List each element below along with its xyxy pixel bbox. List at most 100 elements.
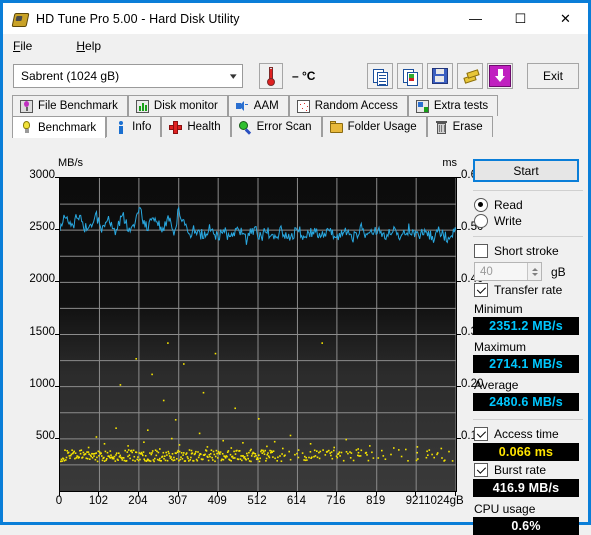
checkbox-burst-rate-indicator: [474, 463, 488, 477]
drive-select-value: Sabrent (1024 gB): [21, 69, 120, 83]
tab-file-benchmark[interactable]: File Benchmark: [12, 95, 128, 116]
chart-y-axis-label: MB/s: [58, 157, 84, 169]
bar-chart-icon: [135, 99, 149, 113]
toolbar-buttons: Exit: [363, 63, 579, 89]
x-tick-4: 409: [207, 495, 227, 507]
tab-health[interactable]: Health: [161, 116, 231, 137]
average-value: 2480.6 MB/s: [473, 393, 579, 411]
x-tick-1: 102: [88, 495, 109, 507]
tab-benchmark-label: Benchmark: [38, 121, 97, 134]
tab-aam-label: AAM: [253, 100, 279, 112]
app-window: HD Tune Pro 5.00 - Hard Disk Utility — ☐…: [0, 0, 591, 535]
tab-erase-label: Erase: [452, 121, 483, 133]
toolbar: Sabrent (1024 gB) ▾ – °C Exit: [3, 57, 588, 95]
info-icon: [114, 120, 127, 134]
y-tick-500: 500: [35, 429, 55, 442]
menu-item-help[interactable]: Help: [76, 39, 123, 53]
tab-folder-usage-label: Folder Usage: [347, 121, 417, 133]
tab-random-access[interactable]: Random Access: [288, 95, 408, 116]
file-benchmark-icon: [20, 99, 33, 113]
tab-random-access-label: Random Access: [314, 100, 398, 112]
short-stroke-size-row: 40 gB: [474, 262, 584, 281]
y-tick-3000: 3000: [29, 169, 55, 181]
checkbox-access-time-indicator: [474, 427, 488, 441]
tab-benchmark[interactable]: Benchmark: [12, 116, 107, 138]
chart-y2-axis-label: ms: [442, 157, 457, 169]
checkbox-short-stroke[interactable]: Short stroke: [474, 244, 584, 258]
minimum-value: 2351.2 MB/s: [473, 317, 579, 335]
tab-disk-monitor[interactable]: Disk monitor: [127, 95, 228, 116]
x-tick-6: 614: [286, 495, 307, 507]
copy-image-icon: [402, 68, 418, 86]
disk-icon: [11, 11, 30, 27]
cable-button[interactable]: [457, 63, 483, 89]
y-tick-2500: 2500: [29, 221, 55, 234]
x-tick-7: 716: [326, 495, 346, 507]
radio-read-label: Read: [494, 198, 523, 212]
thermometer-icon: [267, 67, 275, 86]
minimum-label: Minimum: [474, 302, 523, 316]
title-bar: HD Tune Pro 5.00 - Hard Disk Utility — ☐…: [3, 3, 588, 34]
tab-info[interactable]: Info: [106, 116, 162, 137]
magnifier-icon: [238, 120, 252, 134]
menu-bar: File Help: [3, 34, 588, 57]
lightbulb-icon: [20, 121, 33, 134]
menu-file-rest: ile: [20, 38, 33, 53]
copy-image-button[interactable]: [397, 63, 423, 89]
menu-help-rest: elp: [85, 38, 102, 53]
radio-write[interactable]: Write: [474, 214, 584, 228]
minimize-button[interactable]: —: [453, 3, 498, 34]
tab-extra-tests[interactable]: Extra tests: [407, 95, 499, 116]
tab-folder-usage[interactable]: Folder Usage: [321, 116, 427, 137]
download-button[interactable]: [487, 63, 513, 89]
radio-read[interactable]: Read: [474, 198, 584, 212]
tab-error-scan[interactable]: Error Scan: [230, 116, 322, 137]
chart-x-tick-labels: 0 102 204 307 409 512 614 716 819 921 1024gB: [14, 495, 484, 511]
maximum-value: 2714.1 MB/s: [473, 355, 579, 373]
x-tick-8: 819: [366, 495, 386, 507]
temperature-button[interactable]: [259, 63, 283, 89]
checkbox-burst-rate[interactable]: Burst rate: [474, 463, 584, 477]
save-button[interactable]: [427, 63, 453, 89]
radio-read-indicator: [474, 198, 488, 212]
x-tick-9: 921: [405, 495, 425, 507]
window-title: HD Tune Pro 5.00 - Hard Disk Utility: [36, 11, 240, 26]
benchmark-chart: MB/s ms 500 1000 1500 2000 2500 3000 0.10 0.20…: [14, 155, 483, 515]
y-tick-1500: 1500: [29, 325, 55, 338]
tab-disk-monitor-label: Disk monitor: [153, 100, 218, 112]
copy-text-button[interactable]: [367, 63, 393, 89]
tab-health-label: Health: [187, 121, 221, 133]
tab-extra-tests-label: Extra tests: [433, 100, 489, 112]
tab-erase[interactable]: Erase: [426, 116, 493, 137]
divider-1: [473, 190, 583, 191]
menu-item-file[interactable]: File: [13, 39, 54, 53]
checkbox-transfer-rate[interactable]: Transfer rate: [474, 283, 584, 297]
chart-plot-area: [59, 177, 457, 492]
exit-button[interactable]: Exit: [527, 63, 579, 89]
close-button[interactable]: ✕: [543, 3, 588, 34]
tab-aam[interactable]: AAM: [227, 95, 289, 116]
maximize-button[interactable]: ☐: [498, 3, 543, 34]
stepper-arrows-icon[interactable]: [527, 263, 541, 280]
y-tick-1000: 1000: [29, 377, 55, 390]
content-area: MB/s ms 500 1000 1500 2000 2500 3000 0.10 0.20…: [6, 153, 585, 535]
cpu-usage-label: CPU usage: [474, 502, 536, 516]
drive-select[interactable]: Sabrent (1024 gB) ▾: [13, 64, 243, 88]
speaker-icon: [235, 100, 249, 113]
divider-3: [473, 419, 583, 420]
download-arrow-icon: [489, 65, 511, 87]
y-tick-2000: 2000: [29, 273, 55, 286]
start-button[interactable]: Start: [473, 159, 579, 182]
random-dots-icon: [296, 99, 310, 113]
x-tick-10: 1024gB: [424, 495, 464, 507]
checkbox-short-stroke-label: Short stroke: [494, 244, 559, 258]
checkbox-access-time-label: Access time: [494, 427, 559, 441]
cpu-usage-value: 0.6%: [473, 517, 579, 535]
maximum-label: Maximum: [474, 340, 527, 354]
checkbox-transfer-rate-indicator: [474, 283, 488, 297]
tab-bar: File Benchmark Disk monitor AAM Random A…: [3, 95, 588, 138]
short-stroke-unit: gB: [551, 264, 566, 279]
short-stroke-stepper[interactable]: 40: [474, 262, 542, 281]
checkbox-access-time[interactable]: Access time: [474, 427, 584, 441]
temperature-value: – °C: [292, 69, 316, 83]
